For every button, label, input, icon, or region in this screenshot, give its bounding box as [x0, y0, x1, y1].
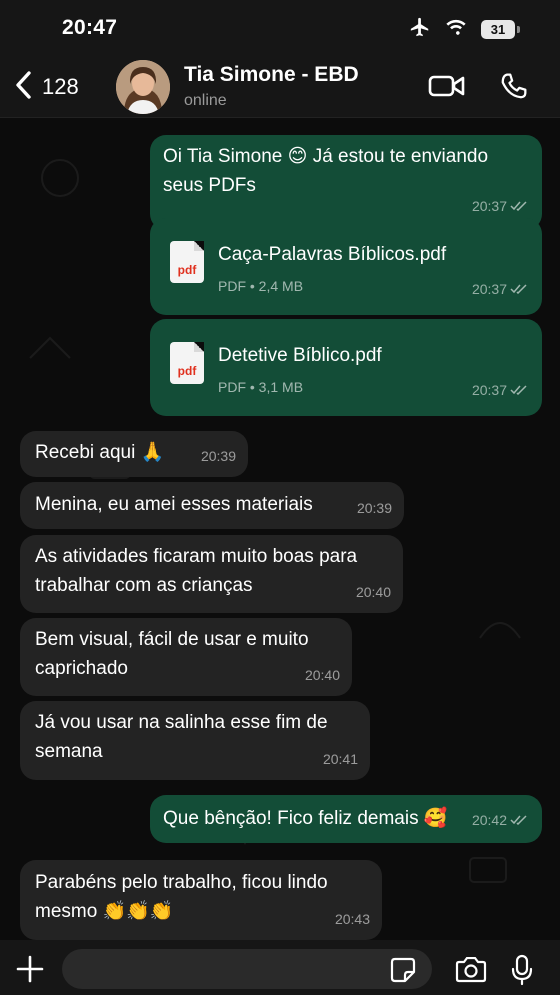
double-check-icon — [510, 376, 528, 405]
message-meta: 20:37 — [472, 192, 528, 221]
message-input[interactable] — [62, 949, 432, 989]
message-time: 20:42 — [471, 812, 507, 828]
file-message-bubble[interactable]: pdf Caça-Palavras Bíblicos.pdf PDF • 2,4… — [150, 218, 542, 315]
message-bubble-incoming[interactable]: Recebi aqui 🙏 20:39 — [20, 431, 248, 477]
unread-count: 128 — [42, 74, 79, 99]
message-time: 20:37 — [471, 281, 507, 297]
message-time: 20:39 — [200, 448, 236, 464]
battery-level: 31 — [481, 20, 515, 39]
message-time: 20:37 — [471, 198, 507, 214]
status-icons: 31 — [409, 16, 520, 43]
message-meta: 20:37 — [472, 376, 528, 405]
message-meta: 20:40 — [305, 661, 340, 690]
message-text-line: mesmo 👏👏👏 — [35, 901, 174, 922]
message-meta: 20:43 — [335, 905, 370, 934]
message-text-line: As atividades ficaram muito boas para — [35, 546, 358, 567]
double-check-icon — [510, 192, 528, 221]
file-message-bubble[interactable]: pdf Detetive Bíblico.pdf PDF • 3,1 MB 20… — [150, 319, 542, 416]
message-text-line: Bem visual, fácil de usar e muito — [35, 629, 309, 650]
message-time: 20:39 — [356, 500, 392, 516]
double-check-icon — [510, 806, 528, 835]
message-text-line: trabalhar com as crianças — [35, 575, 253, 596]
message-meta: 20:40 — [356, 578, 391, 607]
pdf-file-icon: pdf — [170, 342, 204, 384]
message-bubble-incoming[interactable]: Bem visual, fácil de usar e muito capric… — [20, 618, 352, 696]
message-time: 20:43 — [334, 911, 370, 927]
microphone-icon[interactable] — [510, 954, 534, 991]
chat-header: 128 Tia Simone - EBD online — [0, 56, 560, 118]
message-bubble-incoming[interactable]: Parabéns pelo trabalho, ficou lindo mesm… — [20, 860, 382, 940]
phone-icon[interactable] — [498, 70, 530, 107]
file-name: Detetive Bíblico.pdf — [218, 345, 382, 366]
chat-area[interactable]: Oi Tia Simone 😊 Já estou te enviando seu… — [0, 118, 560, 940]
message-text-line: Oi Tia Simone 😊 Já estou te enviando — [163, 146, 489, 167]
message-meta: 20:39 — [201, 442, 236, 471]
camera-icon[interactable] — [454, 956, 488, 988]
message-text-line: Já vou usar na salinha esse fim de — [35, 712, 328, 733]
message-text-line: Menina, eu amei esses materiais — [35, 494, 313, 515]
message-meta: 20:39 — [357, 494, 392, 523]
battery-icon: 31 — [481, 20, 520, 39]
message-time: 20:41 — [322, 751, 358, 767]
file-info: PDF • 2,4 MB — [218, 278, 304, 294]
contact-name[interactable]: Tia Simone - EBD — [184, 63, 359, 87]
status-bar: 20:47 31 — [0, 0, 560, 56]
message-bubble-incoming[interactable]: As atividades ficaram muito boas para tr… — [20, 535, 403, 613]
message-time: 20:40 — [355, 584, 391, 600]
message-text-line: Parabéns pelo trabalho, ficou lindo — [35, 872, 328, 893]
contact-status: online — [184, 92, 227, 109]
status-time: 20:47 — [62, 16, 118, 39]
message-composer — [0, 940, 560, 995]
file-info: PDF • 3,1 MB — [218, 379, 304, 395]
message-bubble-incoming[interactable]: Já vou usar na salinha esse fim de seman… — [20, 701, 370, 780]
wifi-icon — [445, 18, 467, 41]
sticker-icon[interactable] — [390, 957, 416, 988]
message-text-line: semana — [35, 741, 103, 762]
message-bubble-outgoing[interactable]: Oi Tia Simone 😊 Já estou te enviando seu… — [150, 135, 542, 230]
pdf-file-icon: pdf — [170, 241, 204, 283]
video-camera-icon[interactable] — [428, 72, 466, 105]
message-time: 20:37 — [471, 382, 507, 398]
message-meta: 20:41 — [323, 745, 358, 774]
message-text-line: Recebi aqui 🙏 — [35, 442, 165, 463]
avatar[interactable] — [116, 60, 170, 114]
message-text-line: Que bênção! Fico feliz demais 🥰 — [163, 808, 448, 829]
airplane-icon — [409, 16, 431, 43]
message-meta: 20:42 — [472, 806, 528, 835]
message-meta: 20:37 — [472, 275, 528, 304]
message-text-line: seus PDFs — [163, 175, 256, 196]
message-bubble-incoming[interactable]: Menina, eu amei esses materiais 20:39 — [20, 482, 404, 529]
plus-icon[interactable] — [16, 955, 44, 988]
chevron-left-icon — [14, 70, 34, 105]
double-check-icon — [510, 275, 528, 304]
back-button[interactable]: 128 — [14, 68, 79, 106]
message-text-line: caprichado — [35, 658, 128, 679]
message-time: 20:40 — [304, 667, 340, 683]
file-name: Caça-Palavras Bíblicos.pdf — [218, 244, 447, 265]
message-bubble-outgoing[interactable]: Que bênção! Fico feliz demais 🥰 20:42 — [150, 795, 542, 843]
